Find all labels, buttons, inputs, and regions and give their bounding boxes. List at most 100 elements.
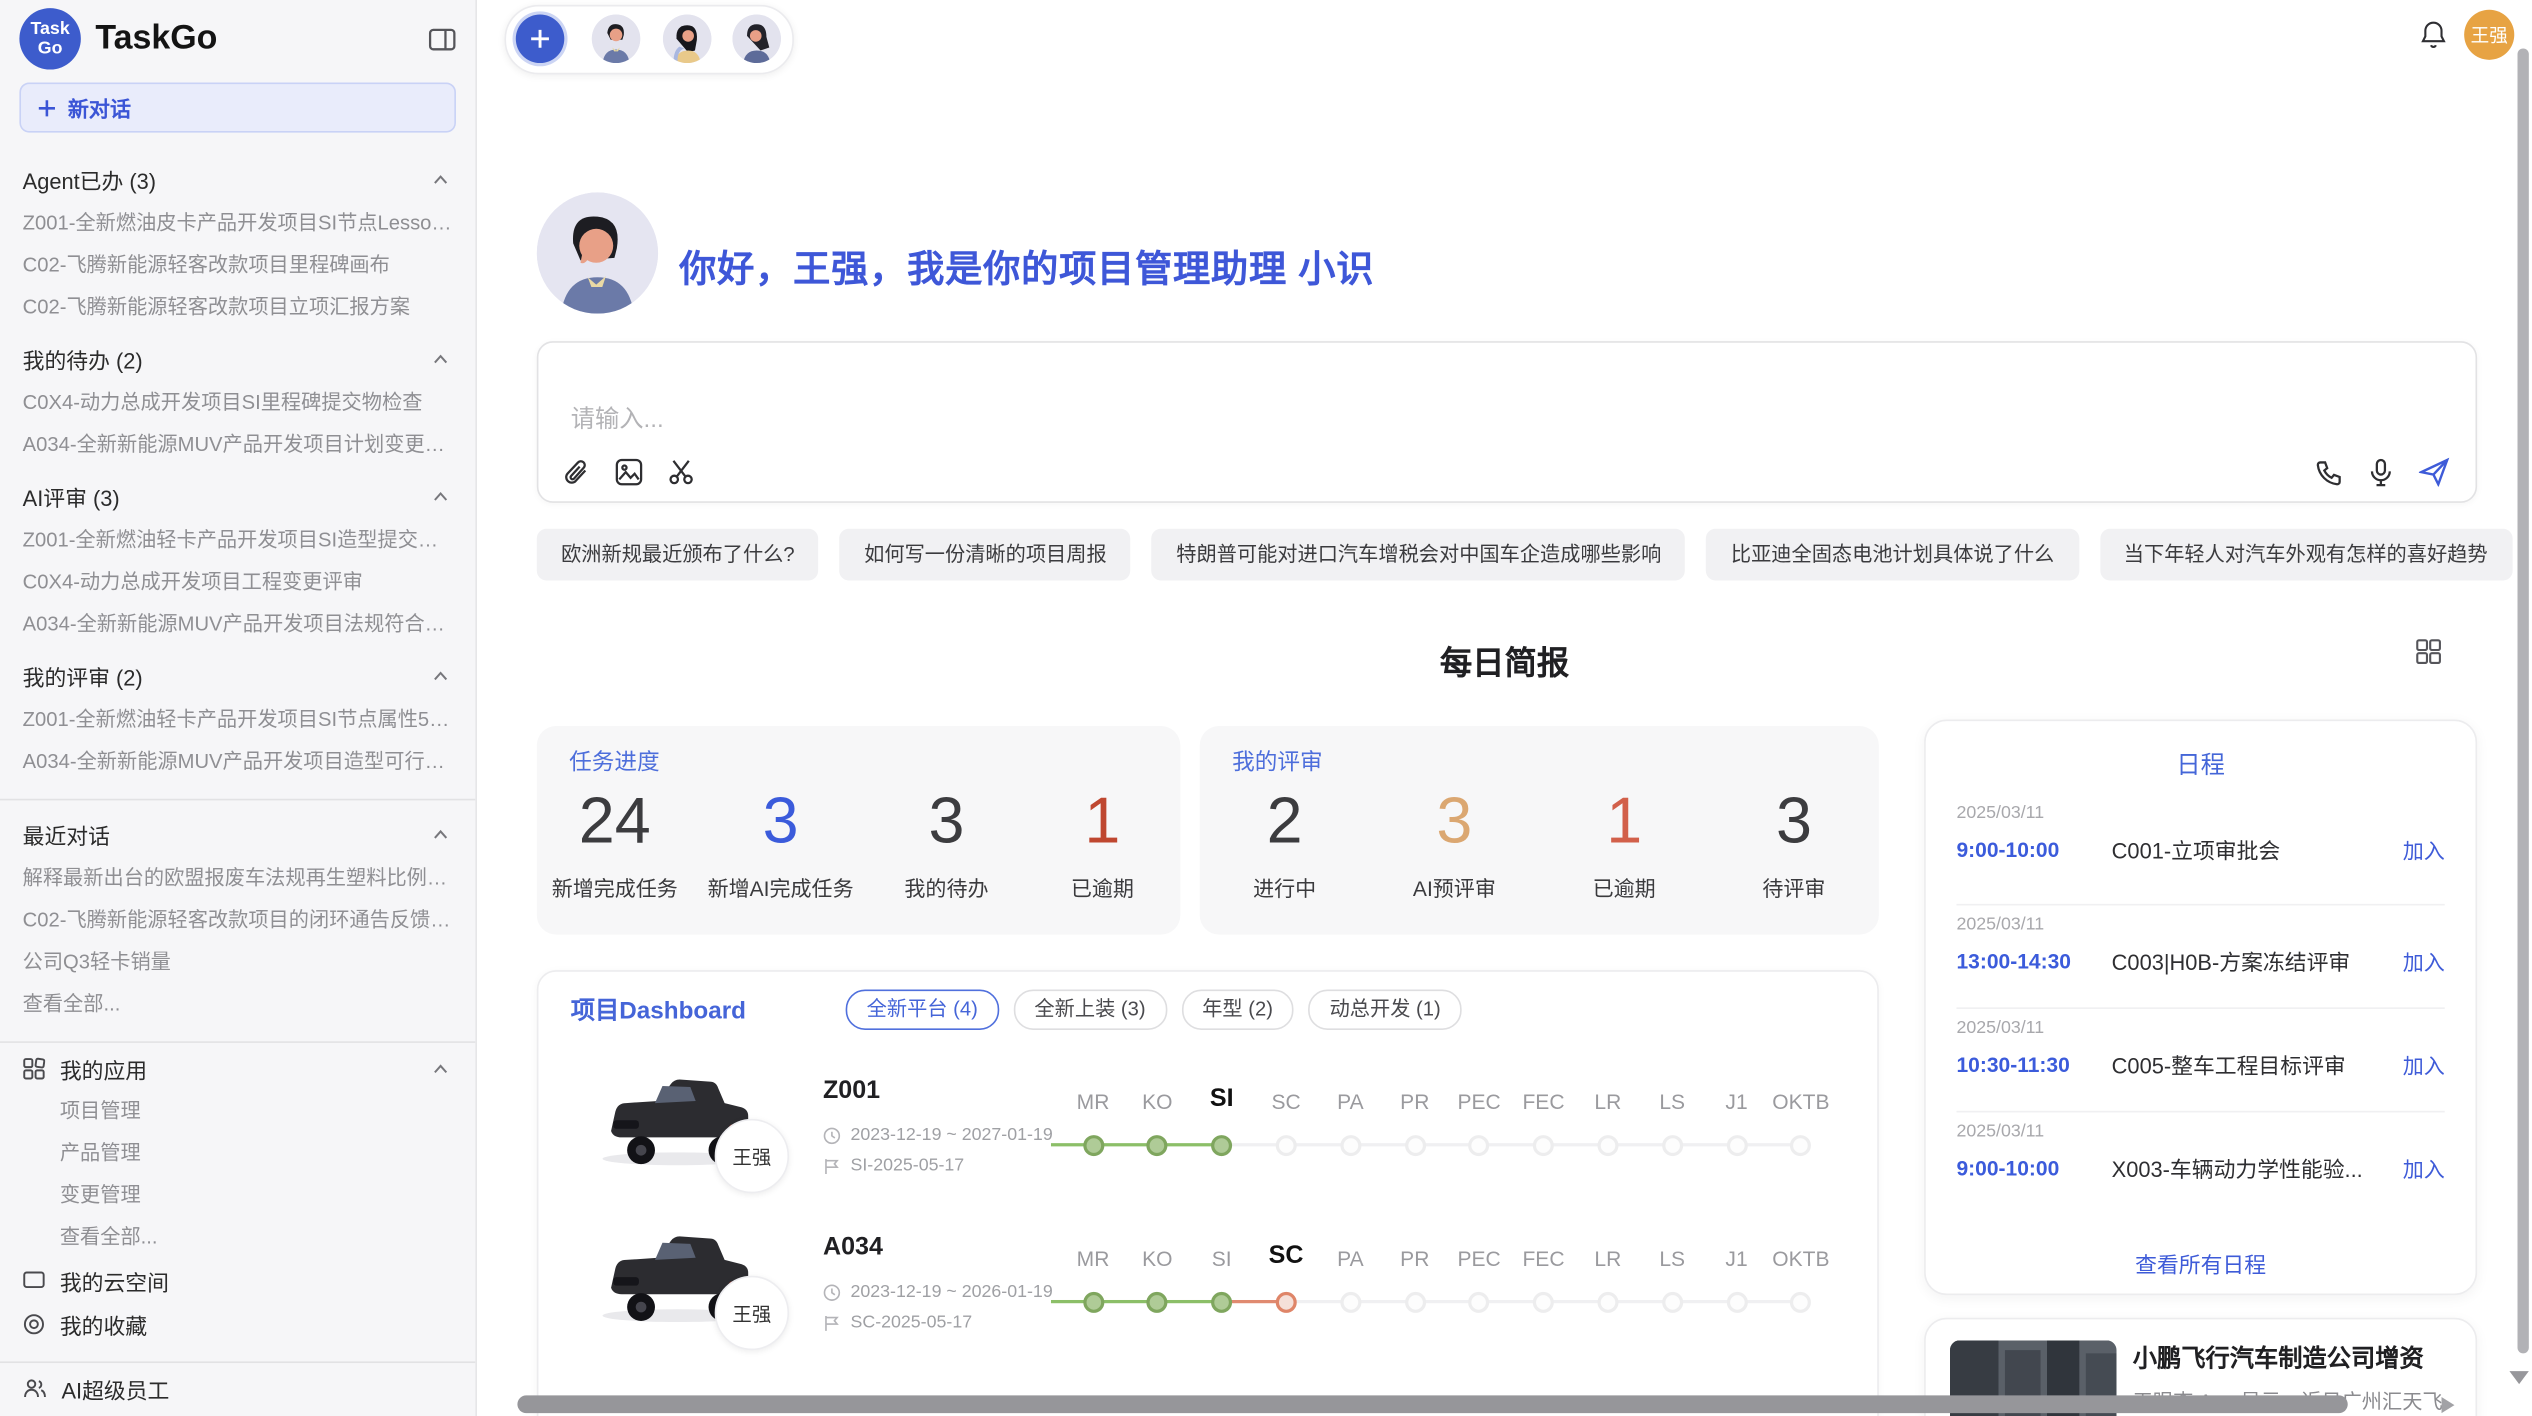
sidebar-task-item[interactable]: C0X4-动力总成开发项目SI里程碑提交物检查 bbox=[0, 382, 475, 424]
scroll-right-arrow-icon[interactable] bbox=[2442, 1397, 2455, 1413]
sidebar-section-header[interactable]: 我的评审 (2) bbox=[0, 645, 475, 698]
sidebar-item-my-apps[interactable]: 我的应用 bbox=[0, 1046, 475, 1090]
dashboard-tab[interactable]: 年型 (2) bbox=[1181, 990, 1294, 1030]
horizontal-scrollbar[interactable] bbox=[517, 1395, 2347, 1413]
scroll-down-arrow-icon[interactable] bbox=[2509, 1371, 2528, 1384]
app-sub-item[interactable]: 变更管理 bbox=[0, 1174, 475, 1216]
sidebar-task-item[interactable]: A034-全新新能源MUV产品开发项目法规符合性评审 bbox=[0, 603, 475, 645]
sidebar-section-header[interactable]: Agent已办 (3) bbox=[0, 149, 475, 202]
recent-chat-item[interactable]: 解释最新出台的欧盟报废车法规再生塑料比例被调至15%... bbox=[0, 857, 475, 899]
panel-toggle-icon[interactable] bbox=[428, 27, 455, 51]
event-date: 2025/03/11 bbox=[1956, 1122, 2444, 1141]
sidebar-task-item[interactable]: A034-全新新能源MUV产品开发项目计划变更表编写 bbox=[0, 424, 475, 466]
join-link[interactable]: 加入 bbox=[2403, 945, 2445, 976]
milestone-node[interactable] bbox=[1083, 1291, 1104, 1312]
scissors-icon[interactable] bbox=[668, 458, 697, 487]
milestone-node[interactable] bbox=[1726, 1291, 1747, 1312]
milestone-node[interactable] bbox=[1211, 1291, 1232, 1312]
recent-chat-item[interactable]: 公司Q3轻卡销量 bbox=[0, 941, 475, 983]
sidebar-task-item[interactable]: Z001-全新燃油轻卡产品开发项目SI节点属性5D文件评审 bbox=[0, 699, 475, 741]
new-chat-button[interactable]: 新对话 bbox=[19, 82, 456, 132]
suggestion-chip[interactable]: 特朗普可能对进口汽车增税会对中国车企造成哪些影响 bbox=[1152, 529, 1686, 581]
avatar[interactable] bbox=[592, 15, 641, 64]
sidebar-item-ai-employee[interactable]: AI超级员工 bbox=[0, 1366, 475, 1410]
send-icon[interactable] bbox=[2419, 458, 2450, 487]
project-owner-badge[interactable]: 王强 bbox=[715, 1276, 789, 1350]
event-time: 9:00-10:00 bbox=[1956, 837, 2111, 861]
milestone-node[interactable] bbox=[1790, 1291, 1811, 1312]
add-agent-button[interactable] bbox=[516, 15, 565, 64]
section-title: 我的待办 (2) bbox=[23, 343, 143, 375]
stat-value: 3 bbox=[883, 784, 1009, 858]
milestone-node[interactable] bbox=[1790, 1134, 1811, 1155]
image-icon[interactable] bbox=[614, 458, 643, 487]
recent-chat-item[interactable]: 查看全部... bbox=[0, 983, 475, 1025]
milestone-node[interactable] bbox=[1533, 1134, 1554, 1155]
milestone-node[interactable] bbox=[1276, 1134, 1297, 1155]
join-link[interactable]: 加入 bbox=[2403, 1049, 2445, 1080]
milestone-node[interactable] bbox=[1340, 1134, 1361, 1155]
sidebar-section-header[interactable]: AI评审 (3) bbox=[0, 466, 475, 519]
suggestion-chip[interactable]: 欧洲新规最近颁布了什么? bbox=[537, 529, 819, 581]
milestone-node[interactable] bbox=[1404, 1134, 1425, 1155]
app-sub-item[interactable]: 查看全部... bbox=[0, 1216, 475, 1258]
suggestion-chip[interactable]: 比亚迪全固态电池计划具体说了什么 bbox=[1707, 529, 2079, 581]
phone-icon[interactable] bbox=[2315, 458, 2342, 485]
app-sub-item[interactable]: 项目管理 bbox=[0, 1090, 475, 1132]
chat-input[interactable] bbox=[555, 391, 2043, 446]
dashboard-tab[interactable]: 全新上装 (3) bbox=[1013, 990, 1166, 1030]
milestone-node[interactable] bbox=[1726, 1134, 1747, 1155]
bell-icon[interactable] bbox=[2419, 19, 2448, 58]
milestone-node[interactable] bbox=[1147, 1291, 1168, 1312]
project-owner-badge[interactable]: 王强 bbox=[715, 1119, 789, 1193]
suggestion-chip[interactable]: 当下年轻人对汽车外观有怎样的喜好趋势 bbox=[2100, 529, 2512, 581]
app-sub-item[interactable]: 产品管理 bbox=[0, 1132, 475, 1174]
mic-icon[interactable] bbox=[2369, 458, 2393, 487]
milestone-node[interactable] bbox=[1597, 1291, 1618, 1312]
stat-value: 3 bbox=[1391, 784, 1517, 858]
sidebar-item-favorites[interactable]: 我的收藏 bbox=[0, 1302, 475, 1346]
join-link[interactable]: 加入 bbox=[2403, 834, 2445, 865]
project-name[interactable]: A034 bbox=[823, 1234, 883, 1263]
milestone-node[interactable] bbox=[1276, 1291, 1297, 1312]
suggestion-chip[interactable]: 如何写一份清晰的项目周报 bbox=[840, 529, 1131, 581]
user-avatar[interactable]: 王强 bbox=[2464, 10, 2514, 60]
milestone-node[interactable] bbox=[1662, 1134, 1683, 1155]
sidebar-section-header[interactable]: 我的待办 (2) bbox=[0, 328, 475, 381]
section-title: 我的评审 (2) bbox=[23, 660, 143, 692]
sidebar-item-cloud-space[interactable]: 我的云空间 bbox=[0, 1258, 475, 1302]
milestone-node[interactable] bbox=[1147, 1134, 1168, 1155]
plus-icon bbox=[37, 98, 56, 117]
recent-list: 解释最新出台的欧盟报废车法规再生塑料比例被调至15%...C02-飞腾新能源轻客… bbox=[0, 857, 475, 1025]
milestone-node[interactable] bbox=[1597, 1134, 1618, 1155]
event-date: 2025/03/11 bbox=[1956, 804, 2444, 823]
avatar[interactable] bbox=[732, 15, 781, 64]
sidebar-task-item[interactable]: C0X4-动力总成开发项目工程变更评审 bbox=[0, 561, 475, 603]
sidebar-task-item[interactable]: A034-全新新能源MUV产品开发项目造型可行性评审 bbox=[0, 741, 475, 783]
project-name[interactable]: Z001 bbox=[823, 1077, 880, 1106]
milestone-node[interactable] bbox=[1662, 1291, 1683, 1312]
milestone-node[interactable] bbox=[1469, 1134, 1490, 1155]
milestone-node[interactable] bbox=[1083, 1134, 1104, 1155]
view-all-schedule-link[interactable]: 查看所有日程 bbox=[1926, 1247, 2476, 1279]
milestone-node[interactable] bbox=[1469, 1291, 1490, 1312]
grid-icon[interactable] bbox=[2416, 639, 2442, 673]
sidebar-task-item[interactable]: C02-飞腾新能源轻客改款项目立项汇报方案 bbox=[0, 286, 475, 328]
milestone-node[interactable] bbox=[1211, 1134, 1232, 1155]
sidebar-sections: Agent已办 (3)Z001-全新燃油皮卡产品开发项目SI节点Lesson L… bbox=[0, 149, 475, 783]
sidebar-item-write-helper[interactable]: 帮我写作 bbox=[0, 1410, 475, 1416]
vertical-scrollbar[interactable] bbox=[2518, 49, 2529, 1354]
join-link[interactable]: 加入 bbox=[2403, 1152, 2445, 1183]
sidebar-task-item[interactable]: Z001-全新燃油皮卡产品开发项目SI节点Lesson Learn报告 bbox=[0, 202, 475, 244]
dashboard-tab[interactable]: 全新平台 (4) bbox=[846, 990, 999, 1030]
sidebar-task-item[interactable]: C02-飞腾新能源轻客改款项目里程碑画布 bbox=[0, 244, 475, 286]
milestone-node[interactable] bbox=[1533, 1291, 1554, 1312]
recent-chat-item[interactable]: C02-飞腾新能源轻客改款项目的闭环通告反馈情况 bbox=[0, 899, 475, 941]
sidebar-section-recent[interactable]: 最近对话 bbox=[0, 804, 475, 857]
paperclip-icon[interactable] bbox=[563, 458, 590, 487]
milestone-node[interactable] bbox=[1404, 1291, 1425, 1312]
avatar[interactable] bbox=[663, 15, 712, 64]
sidebar-task-item[interactable]: Z001-全新燃油轻卡产品开发项目SI造型提交物评审 bbox=[0, 519, 475, 561]
dashboard-tab[interactable]: 动总开发 (1) bbox=[1309, 990, 1462, 1030]
milestone-node[interactable] bbox=[1340, 1291, 1361, 1312]
